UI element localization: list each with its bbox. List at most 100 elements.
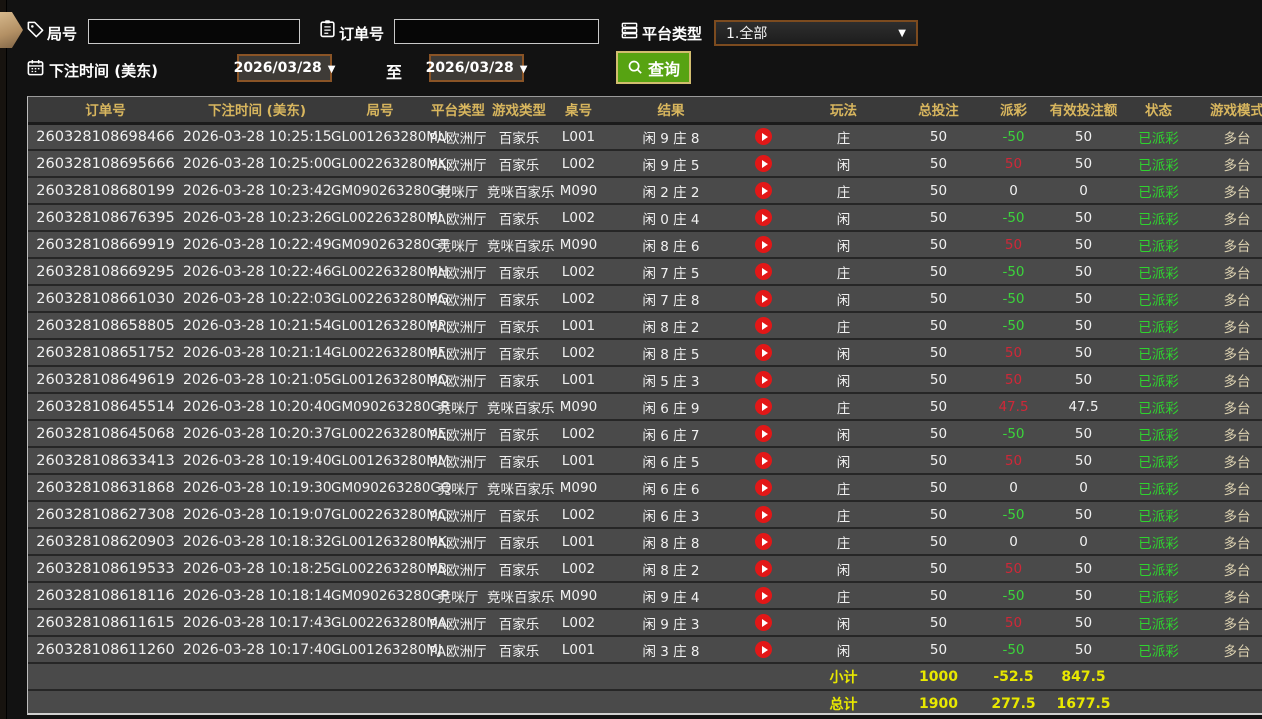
cell-table: L002	[551, 555, 606, 583]
cell-payout: 50	[981, 447, 1046, 475]
cell-playtype: 庄	[791, 474, 896, 502]
platform-type-select[interactable]: 1.全部 ▼	[714, 20, 918, 46]
cell-result: 闲 9 庄 8	[606, 123, 736, 151]
cell-result: 闲 6 庄 5	[606, 447, 736, 475]
cell-round: GL001263280MO	[331, 366, 449, 394]
play-video-button[interactable]	[755, 290, 772, 307]
empty-cell	[183, 690, 331, 713]
cell-playtype: 闲	[791, 231, 896, 259]
cell-time: 2026-03-28 10:22:49	[183, 231, 332, 259]
cell-mode: 多台	[1196, 339, 1262, 367]
search-button-label: 查询	[648, 61, 681, 79]
cell-platform: PA欧洲厅	[429, 636, 487, 664]
cell-table: L001	[551, 366, 606, 394]
cell-time: 2026-03-28 10:21:05	[183, 366, 332, 394]
play-video-button[interactable]	[755, 317, 772, 334]
column-header-play	[736, 97, 791, 125]
table-row: 260328108658805 2026-03-28 10:21:54 GL0012…	[28, 312, 1262, 340]
play-video-button[interactable]	[755, 371, 772, 388]
play-video-button[interactable]	[755, 236, 772, 253]
cell-valid: 50	[1046, 312, 1121, 340]
play-video-button[interactable]	[755, 425, 772, 442]
play-video-button[interactable]	[755, 641, 772, 658]
cell-playtype: 闲	[791, 636, 896, 664]
table-row: 260328108618116 2026-03-28 10:18:14 GM0902…	[28, 582, 1262, 610]
play-video-button[interactable]	[755, 587, 772, 604]
cell-mode: 多台	[1196, 636, 1262, 664]
tag-icon	[26, 20, 45, 39]
cell-table: M090	[551, 177, 606, 205]
cell-time: 2026-03-28 10:17:43	[183, 609, 332, 637]
cell-playtype: 闲	[791, 204, 896, 232]
cell-platform: PA欧洲厅	[429, 123, 487, 151]
cell-total: 50	[896, 123, 981, 151]
cell-total: 50	[896, 636, 981, 664]
cell-game: 竞咪百家乐	[487, 474, 555, 502]
table-row: 260328108669919 2026-03-28 10:22:49 GM0902…	[28, 231, 1262, 259]
play-video-button[interactable]	[755, 479, 772, 496]
subtotal-row-valid-bet: 847.5	[1046, 663, 1121, 691]
cell-order: 260328108698466	[28, 123, 183, 151]
date-from-value: 2026/03/28	[233, 60, 322, 76]
play-video-button[interactable]	[755, 398, 772, 415]
subtotal-row: 小计 1000 -52.5 847.5	[28, 663, 1262, 691]
platform-type-label: 平台类型	[642, 25, 703, 43]
cell-round: GM090263280GT	[331, 231, 449, 259]
table-row: 260328108611260 2026-03-28 10:17:40 GL0012…	[28, 636, 1262, 664]
cell-play	[736, 123, 791, 151]
play-video-button[interactable]	[755, 344, 772, 361]
cell-mode: 多台	[1196, 231, 1262, 259]
cell-round: GL001263280MM	[331, 447, 450, 475]
round-no-input[interactable]	[88, 19, 300, 44]
cell-total: 50	[896, 150, 981, 178]
cell-round: GM090263280GR	[331, 393, 450, 421]
cell-round: GL001263280MJ	[331, 636, 442, 664]
cell-status: 已派彩	[1121, 528, 1196, 556]
cell-playtype: 闲	[791, 609, 896, 637]
order-no-input[interactable]	[394, 19, 599, 44]
cell-table: L002	[551, 204, 606, 232]
empty-cell	[28, 690, 183, 713]
column-header-round: 局号	[331, 97, 429, 125]
cell-status: 已派彩	[1121, 150, 1196, 178]
cell-total: 50	[896, 420, 981, 448]
drawer-handle-wedge[interactable]	[0, 12, 23, 48]
cell-result: 闲 7 庄 5	[606, 258, 736, 286]
cell-time: 2026-03-28 10:22:46	[183, 258, 332, 286]
date-to-picker[interactable]: 2026/03/28 ▼	[426, 54, 527, 82]
play-video-button[interactable]	[755, 452, 772, 469]
cell-result: 闲 6 庄 6	[606, 474, 736, 502]
column-header-game: 游戏类型	[487, 97, 551, 125]
cell-time: 2026-03-28 10:23:42	[183, 177, 332, 205]
cell-order: 260328108645514	[28, 393, 183, 421]
play-video-button[interactable]	[755, 506, 772, 523]
cell-game: 百家乐	[487, 609, 551, 637]
cell-payout: 47.5	[981, 393, 1046, 421]
cell-round: GL002263280MA	[331, 609, 447, 637]
platform-type-value: 1.全部	[726, 26, 768, 42]
search-button[interactable]: 查询	[616, 51, 692, 84]
play-video-button[interactable]	[755, 128, 772, 146]
cell-total: 50	[896, 366, 981, 394]
cell-total: 50	[896, 393, 981, 421]
play-video-button[interactable]	[755, 614, 772, 631]
play-video-button[interactable]	[755, 155, 772, 172]
cell-playtype: 闲	[791, 420, 896, 448]
table-row: 260328108645068 2026-03-28 10:20:37 GL0022…	[28, 420, 1262, 448]
cell-platform: PA欧洲厅	[429, 528, 487, 556]
play-video-button[interactable]	[755, 209, 772, 226]
cell-platform: 竞咪厅	[429, 474, 487, 502]
play-video-button[interactable]	[755, 560, 772, 577]
chevron-down-icon: ▼	[327, 63, 336, 75]
table-row: 260328108698466 2026-03-28 10:25:15 GL0012…	[28, 123, 1262, 151]
play-video-button[interactable]	[755, 533, 772, 550]
cell-platform: PA欧洲厅	[429, 285, 487, 313]
play-video-button[interactable]	[755, 182, 772, 199]
cell-payout: -50	[981, 123, 1046, 151]
cell-total: 50	[896, 474, 981, 502]
play-video-button[interactable]	[755, 263, 772, 280]
empty-cell	[331, 690, 429, 713]
cell-result: 闲 0 庄 4	[606, 204, 736, 232]
date-from-picker[interactable]: 2026/03/28 ▼	[233, 54, 335, 82]
cell-round: GL001263280MP	[331, 312, 446, 340]
